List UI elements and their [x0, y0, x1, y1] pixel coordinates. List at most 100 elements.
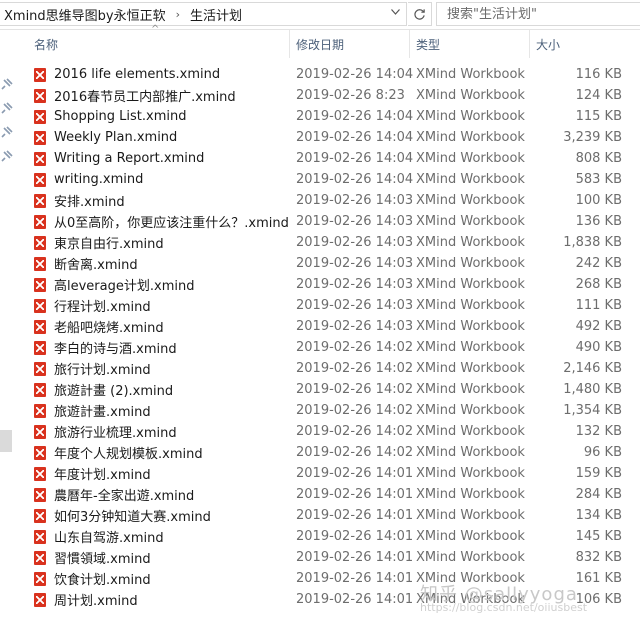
file-name-cell[interactable]: 老船吧烧烤.xmind: [18, 317, 296, 336]
search-box[interactable]: [436, 2, 640, 26]
file-row[interactable]: 習慣領域.xmind 2019-02-26 14:01 XMind Workbook…: [18, 547, 640, 568]
xmind-file-icon: [34, 445, 46, 460]
file-row[interactable]: 農曆年-全家出遊.xmind 2019-02-26 14:01 XMind Work…: [18, 484, 640, 505]
file-name-cell[interactable]: 行程计划.xmind: [18, 296, 296, 315]
file-row[interactable]: 旅遊計畫.xmind 2019-02-26 14:02 XMind Workbook…: [18, 400, 640, 421]
pin-icon[interactable]: [1, 78, 13, 90]
file-type: XMind Workbook: [416, 256, 525, 271]
file-name: 老船吧烧烤.xmind: [54, 321, 164, 336]
breadcrumb-item-current[interactable]: 生活计划: [186, 5, 246, 24]
file-row[interactable]: 旅遊計畫 (2).xmind 2019-02-26 14:02 XMind Work…: [18, 379, 640, 400]
file-date: 2019-02-26 14:04: [296, 130, 414, 145]
column-header-name[interactable]: ^ 名称: [18, 24, 290, 58]
file-name-cell[interactable]: 李白的诗与酒.xmind: [18, 338, 296, 357]
file-name-cell[interactable]: 旅遊計畫 (2).xmind: [18, 380, 296, 399]
file-type: XMind Workbook: [416, 235, 525, 250]
file-row[interactable]: 高leverage计划.xmind 2019-02-26 14:03 XMind W…: [18, 274, 640, 295]
file-name-cell[interactable]: 周计划.xmind: [18, 590, 296, 609]
file-name-cell[interactable]: 2016春节员工内部推广.xmind: [18, 86, 296, 105]
file-row[interactable]: 東京自由行.xmind 2019-02-26 14:03 XMind Workboo…: [18, 232, 640, 253]
column-header-size[interactable]: 大小: [530, 30, 640, 58]
file-row[interactable]: 2016 life elements.xmind 2019-02-26 14:04…: [18, 64, 640, 85]
column-header-date[interactable]: 修改日期: [290, 30, 410, 58]
file-type: XMind Workbook: [416, 487, 525, 502]
file-name-cell[interactable]: 年度计划.xmind: [18, 464, 296, 483]
file-size: 268 KB: [575, 277, 622, 292]
file-name-cell[interactable]: 年度个人规划模板.xmind: [18, 443, 296, 462]
refresh-button[interactable]: [408, 2, 432, 26]
file-size: 284 KB: [575, 487, 622, 502]
file-name-cell[interactable]: writing.xmind: [18, 172, 296, 187]
file-row[interactable]: 旅游行业梳理.xmind 2019-02-26 14:02 XMind Workbo…: [18, 421, 640, 442]
file-row[interactable]: Weekly Plan.xmind 2019-02-26 14:04 XMind W…: [18, 127, 640, 148]
file-name-cell[interactable]: 如何3分钟知道大赛.xmind: [18, 506, 296, 525]
search-input[interactable]: [437, 6, 637, 22]
file-name-cell[interactable]: 从0至高阶，你更应该注重什么？.xmind: [18, 212, 296, 231]
xmind-file-icon: [34, 487, 46, 502]
file-size: 159 KB: [575, 466, 622, 481]
file-name-cell[interactable]: Writing a Report.xmind: [18, 151, 296, 166]
xmind-file-icon: [34, 340, 46, 355]
file-row[interactable]: 老船吧烧烤.xmind 2019-02-26 14:03 XMind Workboo…: [18, 316, 640, 337]
xmind-file-icon: [34, 298, 46, 313]
file-name: 習慣領域.xmind: [54, 552, 151, 567]
file-date: 2019-02-26 14:04: [296, 109, 414, 124]
file-date: 2019-02-26 14:01: [296, 592, 414, 607]
file-size: 116 KB: [575, 67, 622, 82]
breadcrumb[interactable]: Xmind思维导图by永恒正软 › 生活计划: [0, 2, 407, 26]
file-type: XMind Workbook: [416, 403, 525, 418]
file-row[interactable]: Shopping List.xmind 2019-02-26 14:04 XMind…: [18, 106, 640, 127]
xmind-file-icon: [34, 550, 46, 565]
file-name-cell[interactable]: 習慣領域.xmind: [18, 548, 296, 567]
xmind-file-icon: [34, 235, 46, 250]
file-row[interactable]: 行程计划.xmind 2019-02-26 14:03 XMind Workbook…: [18, 295, 640, 316]
column-header-type[interactable]: 类型: [410, 30, 530, 58]
file-name-cell[interactable]: Weekly Plan.xmind: [18, 130, 296, 145]
file-type: XMind Workbook: [416, 88, 525, 103]
xmind-file-icon: [34, 193, 46, 208]
file-name: 東京自由行.xmind: [54, 237, 164, 252]
pin-icon[interactable]: [1, 102, 13, 114]
nav-scroll-thumb[interactable]: [0, 430, 12, 452]
file-name-cell[interactable]: 旅遊計畫.xmind: [18, 401, 296, 420]
xmind-file-icon: [34, 130, 46, 145]
breadcrumb-item-root[interactable]: Xmind思维导图by永恒正软: [0, 5, 170, 24]
file-name: 高leverage计划.xmind: [54, 279, 195, 294]
file-row[interactable]: 断舍离.xmind 2019-02-26 14:03 XMind Workbook 2…: [18, 253, 640, 274]
file-name-cell[interactable]: Shopping List.xmind: [18, 109, 296, 124]
file-name: 李白的诗与酒.xmind: [54, 342, 177, 357]
file-name-cell[interactable]: 山东自驾游.xmind: [18, 527, 296, 546]
pin-icon[interactable]: [1, 126, 13, 138]
file-name-cell[interactable]: 農曆年-全家出遊.xmind: [18, 485, 296, 504]
file-row[interactable]: 年度个人规划模板.xmind 2019-02-26 14:02 XMind Work…: [18, 442, 640, 463]
file-name: 如何3分钟知道大赛.xmind: [54, 510, 211, 525]
chevron-down-icon[interactable]: [387, 2, 403, 22]
file-name: 2016春节员工内部推广.xmind: [54, 90, 236, 105]
file-type: XMind Workbook: [416, 172, 525, 187]
file-name-cell[interactable]: 安排.xmind: [18, 191, 296, 210]
file-size: 490 KB: [575, 340, 622, 355]
file-row[interactable]: 安排.xmind 2019-02-26 14:03 XMind Workbook 10…: [18, 190, 640, 211]
file-name-cell[interactable]: 旅游行业梳理.xmind: [18, 422, 296, 441]
file-name-cell[interactable]: 断舍离.xmind: [18, 254, 296, 273]
file-row[interactable]: 山东自驾游.xmind 2019-02-26 14:01 XMind Workboo…: [18, 526, 640, 547]
file-name-cell[interactable]: 東京自由行.xmind: [18, 233, 296, 252]
file-row[interactable]: writing.xmind 2019-02-26 14:04 XMind Workb…: [18, 169, 640, 190]
sort-ascending-icon: ^: [151, 24, 160, 35]
file-name-cell[interactable]: 2016 life elements.xmind: [18, 67, 296, 82]
file-row[interactable]: 如何3分钟知道大赛.xmind 2019-02-26 14:01 XMind Wor…: [18, 505, 640, 526]
file-row[interactable]: 旅行计划.xmind 2019-02-26 14:02 XMind Workbook…: [18, 358, 640, 379]
xmind-file-icon: [34, 277, 46, 292]
file-row[interactable]: 年度计划.xmind 2019-02-26 14:01 XMind Workbook…: [18, 463, 640, 484]
file-name-cell[interactable]: 饮食计划.xmind: [18, 569, 296, 588]
file-row[interactable]: 从0至高阶，你更应该注重什么？.xmind 2019-02-26 14:03 XMi…: [18, 211, 640, 232]
file-name-cell[interactable]: 旅行计划.xmind: [18, 359, 296, 378]
file-row[interactable]: Writing a Report.xmind 2019-02-26 14:04 XM…: [18, 148, 640, 169]
file-name-cell[interactable]: 高leverage计划.xmind: [18, 275, 296, 294]
file-row[interactable]: 2016春节员工内部推广.xmind 2019-02-26 8:23 XMind W…: [18, 85, 640, 106]
pin-icon[interactable]: [1, 150, 13, 162]
file-size: 115 KB: [575, 109, 622, 124]
file-size: 132 KB: [575, 424, 622, 439]
file-row[interactable]: 李白的诗与酒.xmind 2019-02-26 14:02 XMind Workbo…: [18, 337, 640, 358]
column-header-name-label: 名称: [34, 37, 59, 52]
